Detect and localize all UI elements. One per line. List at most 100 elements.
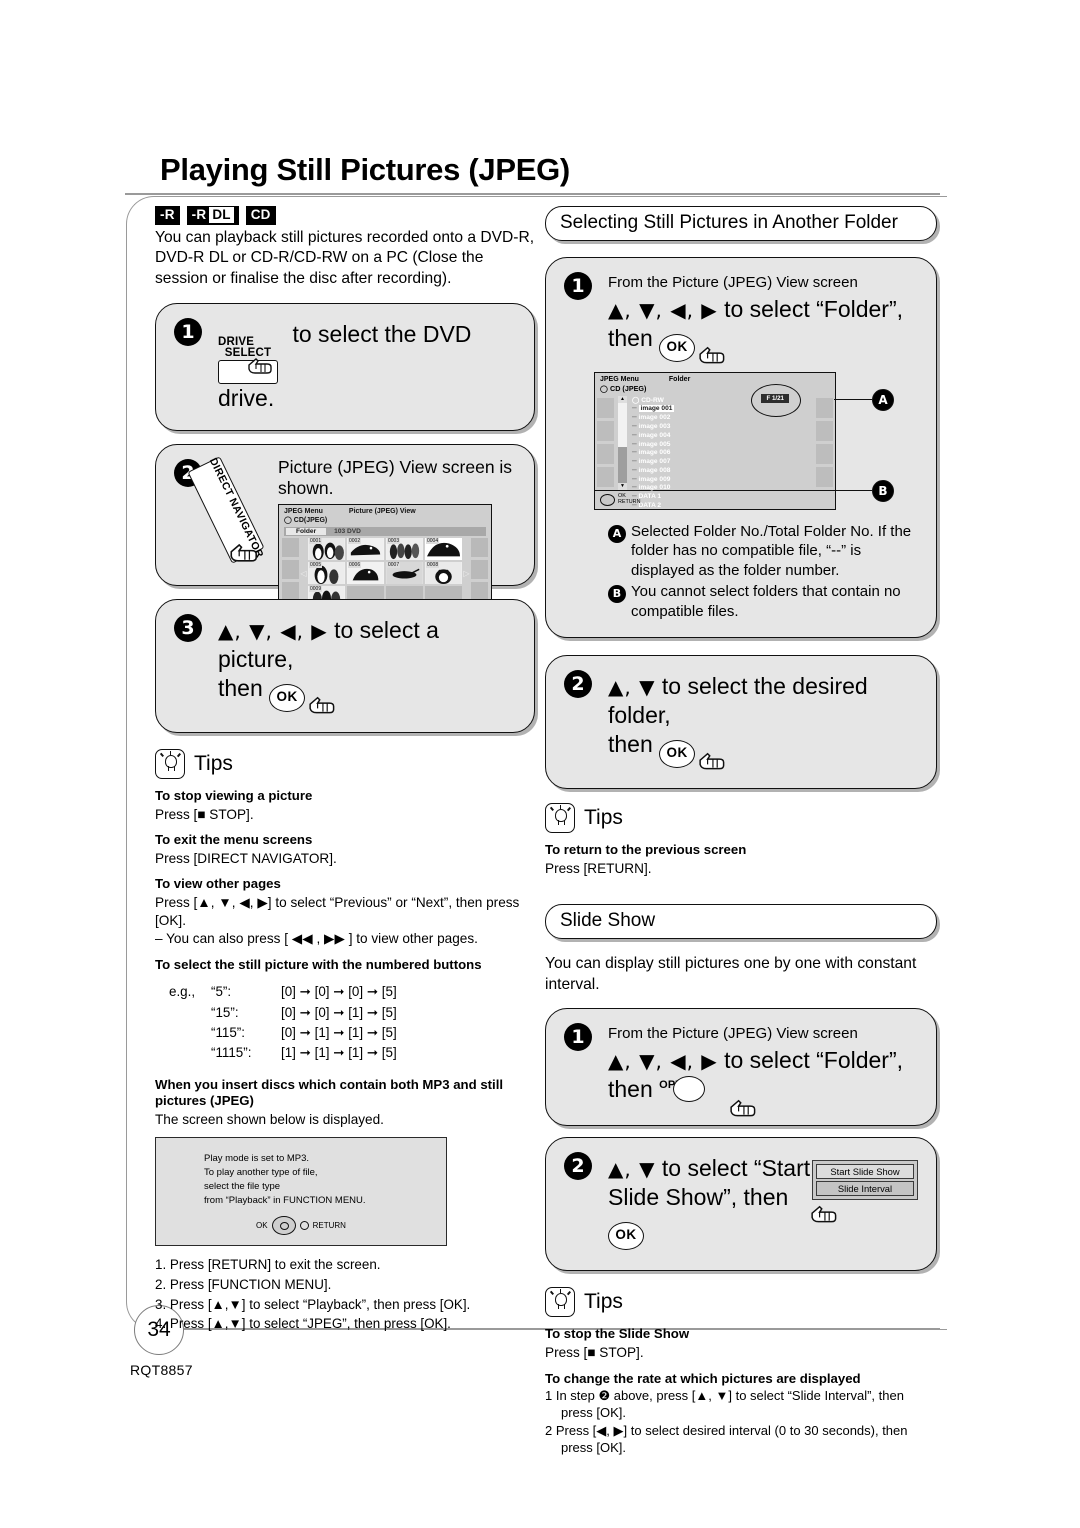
mp3-line: Play mode is set to MP3. (204, 1153, 310, 1165)
intro-text: You can playback still pictures recorded… (155, 228, 535, 287)
slideshow-step-2-box: 2 Start Slide Show Slide Interval ▲, ▼ t… (545, 1137, 937, 1272)
tip-heading: To exit the menu screens (155, 832, 313, 848)
thumbnail-number: 0005 (309, 562, 323, 569)
callout-b-row: B You cannot select folders that contain… (608, 582, 920, 621)
ok-button[interactable]: OK (608, 1222, 644, 1251)
direct-navigator-button[interactable]: DIRECT NAVIGATOR (187, 456, 272, 567)
mp3-note-heading: When you insert discs which contain both… (155, 1076, 504, 1109)
scrollbar[interactable]: ▲ ▼ (618, 395, 627, 490)
step-3-then: then (218, 675, 263, 702)
tip-body: Press [DIRECT NAVIGATOR]. (155, 850, 337, 866)
folder-item[interactable]: ─ image 009 (632, 476, 816, 485)
example-row: e.g., “5”: [0] ➞ [0] ➞ [0] ➞ [5] (155, 982, 397, 1002)
mp3-step: 3. Press [▲,▼] to select “Playback”, the… (155, 1296, 471, 1312)
pointing-hand-icon (699, 752, 725, 770)
eg-label: e.g., (169, 984, 196, 1000)
scroll-down-arrow[interactable]: ▼ (618, 482, 627, 490)
dpad-icon (271, 1216, 296, 1236)
folder-item[interactable]: ─ image 007 (632, 458, 816, 467)
thumbnail-cell[interactable]: 0003 (386, 538, 423, 561)
disc-icon: ◯ (600, 383, 609, 393)
folder-item[interactable]: ─ image 004 (632, 432, 816, 441)
tips-section-slideshow: Tips To stop the Slide Show Press [■ STO… (545, 1287, 937, 1456)
folder-tab[interactable]: Folder (286, 528, 327, 536)
thumbnail-cell[interactable]: 0004 (425, 538, 462, 561)
thumbnail-cell[interactable]: 0006 (347, 562, 384, 585)
tips-header: Tips (545, 803, 937, 834)
slideshow-step-1-arrows: ▲, ▼, ◀, ▶ (608, 1048, 718, 1073)
slideshow-step-1-text: to select “Folder”, (724, 1046, 904, 1073)
scroll-up-arrow[interactable]: ▲ (618, 395, 627, 403)
thumbnail-number: 0006 (348, 562, 362, 569)
tips-title: Tips (584, 1290, 623, 1314)
option-menu-item-interval[interactable]: Slide Interval (816, 1181, 914, 1197)
thumbnail-cell[interactable]: 0005 (308, 562, 345, 585)
tips-title: Tips (584, 806, 623, 830)
tip-body-2: – You can also press [ ◀◀ , ▶▶ ] to view… (155, 931, 478, 947)
return-hint: RETURN (312, 1221, 346, 1231)
callout-explanations: A Selected Folder No./Total Folder No. I… (608, 522, 920, 622)
tip-body: Press [▲, ▼, ◀, ▶] to select “Previous” … (155, 894, 520, 928)
pointing-hand-icon (230, 544, 257, 562)
left-side-blocks (597, 396, 614, 490)
mp3-line: To play another type of file, (204, 1167, 318, 1179)
callout-b-marker: B (872, 479, 894, 502)
eg-name: “115”: (211, 1024, 245, 1040)
ok-button[interactable]: OK (659, 333, 696, 362)
example-row: “15”: [0] ➞ [0] ➞ [1] ➞ [5] (155, 1003, 397, 1023)
numbered-button-examples: e.g., “5”: [0] ➞ [0] ➞ [0] ➞ [5] “15”: [… (155, 982, 535, 1062)
pointing-hand-icon (248, 357, 272, 374)
callout-a-badge: A (608, 524, 626, 543)
folder-step-1-arrows: ▲, ▼, ◀, ▶ (608, 297, 718, 322)
thumbnail-cell[interactable]: 0008 (425, 562, 462, 585)
folder-item[interactable]: ─ image 003 (632, 423, 816, 432)
pointing-hand-icon (699, 346, 725, 364)
jpeg-screen-header: JPEG Menu Picture (JPEG) View ◯ CD(JPEG) (279, 505, 491, 527)
eg-name: “1115”: (211, 1044, 252, 1060)
tip-item-2: 2 Press [◀, ▶] to select desired interva… (545, 1422, 908, 1455)
jpeg-menu-title: JPEG Menu (284, 508, 323, 516)
thumbnail-cell[interactable]: 0007 (386, 562, 423, 585)
folder-step-2-box: 2 ▲, ▼ to select the desired folder, the… (545, 655, 937, 790)
left-column: -R -R DL CD You can playback still pictur… (155, 206, 535, 1334)
folder-step-1-box: 1 From the Picture (JPEG) View screen ▲,… (545, 257, 937, 639)
slideshow-step-2-arrows: ▲, ▼ (608, 1157, 656, 1182)
folder-step-1-then: then (608, 324, 653, 351)
callout-a-marker: A (872, 388, 894, 411)
step-2-caption: Picture (JPEG) View screen is shown. (278, 457, 513, 499)
folder-item[interactable]: ─ image 005 (632, 441, 816, 450)
eg-name: “5”: (211, 984, 232, 1000)
option-button[interactable] (672, 1075, 705, 1102)
thumbnail-cell[interactable]: 0001 (308, 538, 345, 561)
mp3-notice-screen: Play mode is set to MP3. To play another… (155, 1137, 447, 1247)
folder-item[interactable]: ─ image 006 (632, 449, 816, 458)
lightbulb-icon (155, 749, 185, 780)
left-arrow-icon[interactable]: ◁ (299, 538, 308, 608)
tips-header: Tips (155, 749, 535, 780)
folder-item[interactable]: ─ image 008 (632, 467, 816, 476)
callout-a-leader (834, 398, 872, 400)
tip-body: Press [RETURN]. (545, 860, 652, 876)
folder-strip: Folder 103 DVD (284, 527, 486, 537)
ok-button[interactable]: OK (269, 684, 306, 713)
tip-item-1: 1 In step ❷ above, press [▲, ▼] to selec… (545, 1388, 904, 1420)
slideshow-intro: You can display still pictures one by on… (545, 955, 917, 994)
folder-item[interactable]: ─ image 002 (632, 414, 816, 423)
folder-step-2-arrows: ▲, ▼ (608, 675, 656, 700)
mp3-line: from “Playback” in FUNCTION MENU. (204, 1194, 366, 1206)
right-arrow-icon[interactable]: ▷ (462, 538, 471, 608)
eg-keys: [0] ➞ [0] ➞ [1] ➞ [5] (281, 1004, 397, 1021)
thumbnail-number: 0001 (309, 538, 323, 545)
thumbnail-grid: 0001 0002 0003 0004 0005 0006 0007 0008 … (308, 538, 462, 609)
thumbnail-number: 0008 (426, 562, 440, 569)
disc-tag-cd: CD (245, 206, 276, 225)
folder-view-title: Folder (668, 375, 691, 383)
step-3-number: 3 (174, 614, 202, 643)
ok-button[interactable]: OK (659, 740, 696, 769)
thumbnail-cell[interactable]: 0002 (347, 538, 384, 561)
title-rule (125, 193, 940, 195)
drive-select-button[interactable]: DRIVE SELECT (218, 332, 278, 385)
scroll-thumb[interactable] (618, 402, 627, 447)
option-menu-item-start[interactable]: Start Slide Show (816, 1164, 914, 1180)
eg-keys: [0] ➞ [1] ➞ [1] ➞ [5] (281, 1024, 397, 1041)
